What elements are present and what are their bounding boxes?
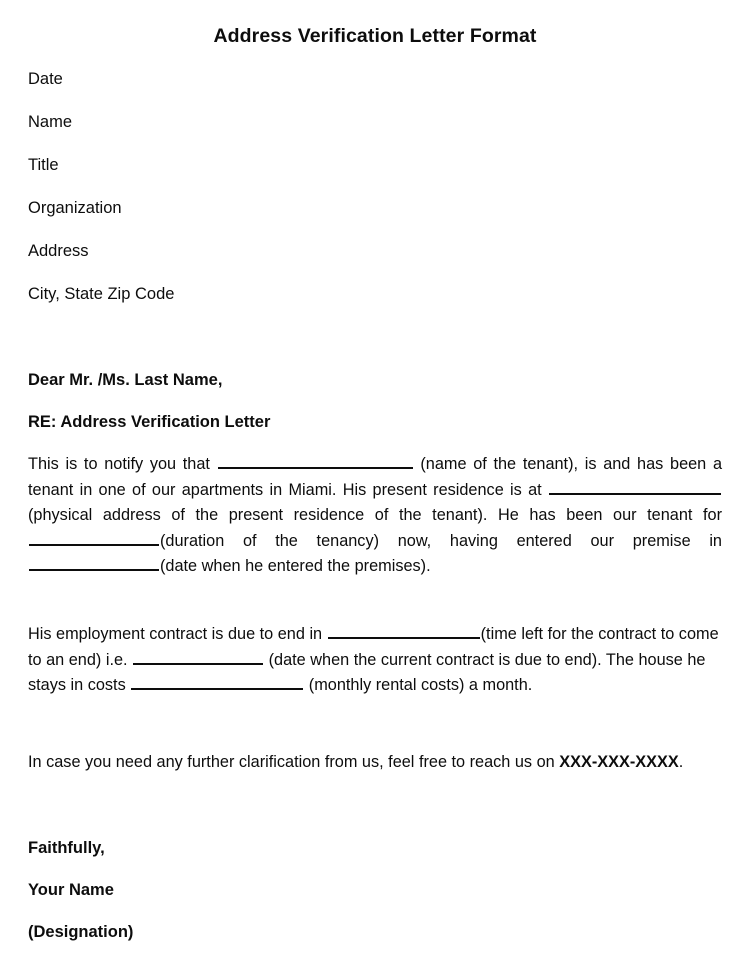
header-field-city-state-zip: City, State Zip Code <box>28 285 175 303</box>
blank-entry-date <box>29 554 159 571</box>
blank-contract-time-left <box>327 622 480 639</box>
body-paragraph-employment: His employment contract is due to end in… <box>28 622 722 699</box>
blank-physical-address <box>549 478 721 495</box>
signer-designation: (Designation) <box>28 923 134 941</box>
closing-salutation: Faithfully, <box>28 839 105 857</box>
para1-text-4: (duration of the tenancy) now, having en… <box>160 531 722 550</box>
recipient-header-block: Date Name Title Organization Address Cit… <box>28 70 448 328</box>
para1-text-1: This is to notify you that <box>28 455 217 473</box>
header-field-address: Address <box>28 242 89 260</box>
header-field-date: Date <box>28 70 63 88</box>
page-title: Address Verification Letter Format <box>213 25 537 47</box>
blank-tenancy-duration <box>29 529 159 546</box>
para3-text-2: . <box>678 753 684 771</box>
body-paragraph-tenancy: This is to notify you that (name of the … <box>28 452 722 580</box>
para2-text-4: (monthly rental costs) a month. <box>304 676 533 694</box>
blank-contract-end-date <box>133 648 264 665</box>
para1-text-3: (physical address of the present residen… <box>28 506 722 524</box>
blank-tenant-name <box>217 452 413 469</box>
para1-text-5: (date when he entered the premises). <box>160 557 431 575</box>
header-field-organization: Organization <box>28 199 122 217</box>
header-field-name: Name <box>28 113 73 131</box>
subject-line: RE: Address Verification Letter <box>28 413 271 431</box>
signer-name: Your Name <box>28 881 114 899</box>
salutation-line: Dear Mr. /Ms. Last Name, <box>28 371 223 389</box>
para3-text-1: In case you need any further clarificati… <box>28 753 560 771</box>
header-field-title: Title <box>28 156 59 174</box>
contact-phone-number: XXX-XXX-XXXX <box>559 753 679 771</box>
blank-monthly-rent <box>131 673 304 690</box>
signature-block: Faithfully, Your Name (Designation) <box>28 838 448 964</box>
para2-text-1: His employment contract is due to end in <box>28 625 327 643</box>
letter-page: Address Verification Letter Format Date … <box>0 0 750 970</box>
body-paragraph-contact: In case you need any further clarificati… <box>28 750 722 776</box>
